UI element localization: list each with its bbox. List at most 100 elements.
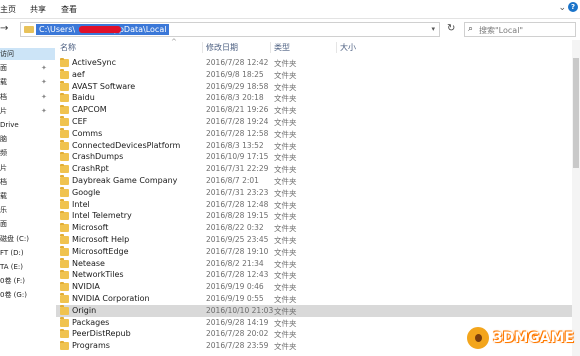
column-header-name[interactable]: 名称 <box>60 42 76 53</box>
file-name: Daybreak Game Company <box>72 175 178 185</box>
pin-icon[interactable]: ✦ <box>41 91 47 103</box>
vertical-scrollbar[interactable] <box>572 40 580 356</box>
nav-item-label: 0卷 (F:) <box>0 277 25 286</box>
file-type: 文件夹 <box>274 259 297 269</box>
nav-item[interactable]: 面 ✦ <box>0 62 55 74</box>
nav-item[interactable]: FT (D:) <box>0 247 55 259</box>
folder-icon <box>60 234 69 244</box>
file-row[interactable]: CAPCOM 2016/8/21 19:26 文件夹 <box>56 104 580 116</box>
tab-view[interactable]: 查看 <box>61 4 77 15</box>
file-row[interactable]: Microsoft Help 2016/9/25 23:45 文件夹 <box>56 234 580 246</box>
address-dropdown-icon[interactable]: ▾ <box>431 25 435 33</box>
nav-item[interactable]: 档 ✦ <box>0 91 55 103</box>
file-row[interactable]: Origin 2016/10/10 21:03 文件夹 <box>56 304 580 317</box>
nav-item-label: 载 <box>0 78 7 87</box>
ribbon-expand-chevron-icon[interactable]: ⌄ <box>558 3 566 13</box>
file-row[interactable]: Intel Telemetry 2016/8/28 19:15 文件夹 <box>56 210 580 222</box>
column-header-size[interactable]: 大小 <box>340 42 356 53</box>
file-row[interactable]: Google 2016/7/31 23:23 文件夹 <box>56 187 580 199</box>
file-name: NVIDIA Corporation <box>72 293 150 303</box>
tab-home[interactable]: 主页 <box>0 4 16 15</box>
nav-item[interactable]: 片 <box>0 162 55 174</box>
pin-icon[interactable]: ✦ <box>41 105 47 117</box>
file-type: 文件夹 <box>274 235 297 245</box>
nav-item[interactable]: 0卷 (G:) <box>0 289 55 301</box>
file-modified-date: 2016/9/29 18:58 <box>206 81 269 91</box>
file-row[interactable]: CrashDumps 2016/10/9 17:15 文件夹 <box>56 151 580 163</box>
folder-icon <box>60 258 69 268</box>
file-name: Netease <box>72 258 105 268</box>
nav-item[interactable]: 载 <box>0 190 55 202</box>
folder-icon <box>60 104 69 115</box>
folder-icon <box>60 269 69 280</box>
file-row[interactable]: NVIDIA 2016/9/19 0:46 文件夹 <box>56 281 580 293</box>
nav-item-label: 档 <box>0 177 7 186</box>
file-row[interactable]: aef 2016/9/8 18:25 文件夹 <box>56 69 580 81</box>
file-row[interactable]: Baidu 2016/8/3 20:18 文件夹 <box>56 92 580 104</box>
column-divider[interactable] <box>336 42 337 53</box>
folder-icon <box>60 246 69 256</box>
nav-item[interactable]: 载 ✦ <box>0 76 55 88</box>
file-name: NetworkTiles <box>72 270 124 280</box>
file-row[interactable]: Microsoft 2016/8/22 0:32 文件夹 <box>56 222 580 234</box>
nav-item[interactable]: 脑 <box>0 133 55 145</box>
column-header-type[interactable]: 类型 <box>274 42 290 53</box>
search-icon: ⌕ <box>468 24 474 34</box>
nav-item[interactable]: 片 ✦ <box>0 105 55 117</box>
nav-item[interactable]: 面 <box>0 218 55 230</box>
column-divider[interactable] <box>270 42 271 53</box>
file-row[interactable]: ActiveSync 2016/7/28 12:42 文件夹 <box>56 57 580 69</box>
address-bar[interactable]: C:\Users\ \AppData\Local ▾ <box>20 22 440 37</box>
ribbon-tabs: 主页 共享 查看 ⌄ ? <box>0 0 580 19</box>
pin-icon[interactable]: ✦ <box>41 62 47 74</box>
file-name: Intel Telemetry <box>72 211 132 221</box>
column-header-date[interactable]: 修改日期 <box>206 42 238 53</box>
forward-arrow-icon[interactable]: → <box>0 23 8 34</box>
column-header-row: ^ 名称 修改日期 类型 大小 <box>56 38 580 54</box>
file-row[interactable]: NetworkTiles 2016/7/28 12:43 文件夹 <box>56 269 580 281</box>
file-row[interactable]: AVAST Software 2016/9/29 18:58 文件夹 <box>56 81 580 93</box>
file-type: 文件夹 <box>274 117 297 127</box>
file-row[interactable]: Netease 2016/8/2 21:34 文件夹 <box>56 258 580 270</box>
nav-item[interactable]: 磁盘 (C:) <box>0 233 55 245</box>
folder-icon <box>60 199 69 209</box>
file-name: Comms <box>72 128 103 138</box>
nav-item-label: FT (D:) <box>0 248 24 257</box>
nav-item[interactable]: 0卷 (F:) <box>0 275 55 287</box>
folder-icon <box>60 140 69 150</box>
file-row[interactable]: CEF 2016/7/28 19:24 文件夹 <box>56 116 580 128</box>
navigation-pane: 访问面 ✦ 载 ✦ 档 ✦ 片 ✦ Drive 脑频片档载乐面磁盘 (C:) FT (D:) TA (… <box>0 40 55 356</box>
nav-item[interactable]: 访问 <box>0 48 55 60</box>
file-name: Google <box>72 187 101 197</box>
nav-item[interactable]: TA (E:) <box>0 261 55 273</box>
nav-item-label: 访问 <box>0 50 14 58</box>
help-icon[interactable]: ? <box>568 2 578 12</box>
file-name: aef <box>72 69 85 79</box>
pin-icon[interactable]: ✦ <box>41 76 47 88</box>
file-type: 文件夹 <box>274 153 297 163</box>
nav-item[interactable]: 频 <box>0 147 55 159</box>
column-divider[interactable] <box>202 42 203 53</box>
tab-share[interactable]: 共享 <box>30 4 46 15</box>
file-row[interactable]: ConnectedDevicesPlatform 2016/8/3 13:52 文件… <box>56 140 580 152</box>
file-row[interactable]: Intel 2016/7/28 12:48 文件夹 <box>56 199 580 211</box>
folder-icon <box>60 340 69 351</box>
nav-item[interactable] <box>0 304 55 316</box>
nav-item[interactable]: Drive <box>0 119 55 131</box>
refresh-icon[interactable]: ↻ <box>447 23 455 34</box>
file-row[interactable]: CrashRpt 2016/7/31 22:29 文件夹 <box>56 163 580 175</box>
scrollbar-thumb[interactable] <box>573 58 579 168</box>
file-type: 文件夹 <box>274 82 297 92</box>
file-row[interactable]: Comms 2016/7/28 12:58 文件夹 <box>56 128 580 140</box>
file-modified-date: 2016/8/2 21:34 <box>206 258 264 268</box>
folder-icon <box>60 317 69 327</box>
file-row[interactable]: NVIDIA Corporation 2016/9/19 0:55 文件夹 <box>56 293 580 305</box>
nav-item[interactable]: 档 <box>0 176 55 188</box>
file-modified-date: 2016/9/19 0:46 <box>206 282 264 292</box>
search-box[interactable]: ⌕ 搜索"Local" <box>464 22 576 37</box>
folder-icon <box>60 328 69 339</box>
file-type: 文件夹 <box>274 106 297 116</box>
file-row[interactable]: MicrosoftEdge 2016/7/28 19:10 文件夹 <box>56 246 580 258</box>
nav-item[interactable]: 乐 <box>0 204 55 216</box>
file-row[interactable]: Daybreak Game Company 2016/8/7 2:01 文件夹 <box>56 175 580 187</box>
